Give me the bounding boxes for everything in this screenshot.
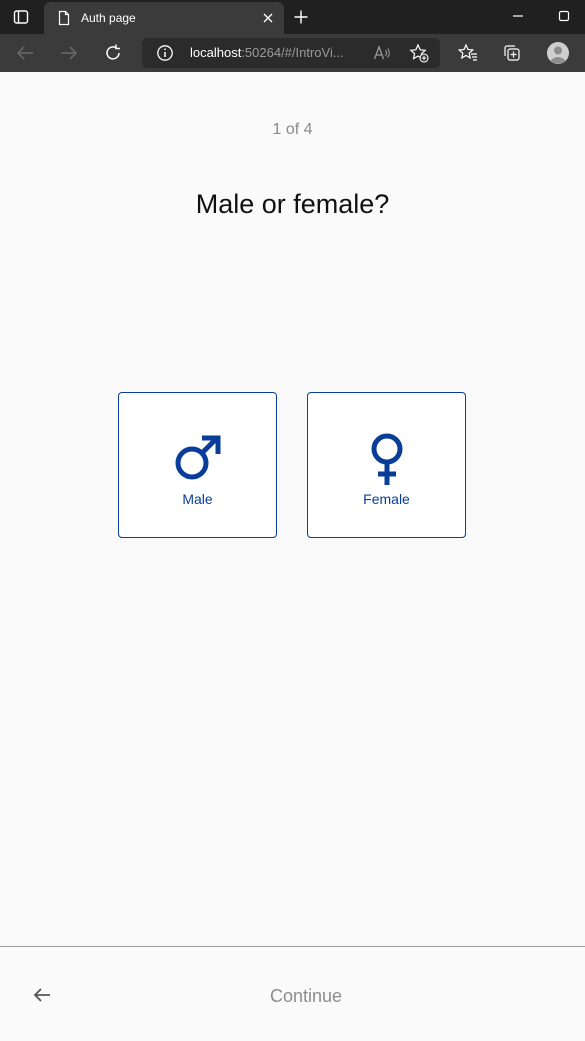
plus-icon[interactable] [290,7,312,27]
female-symbol-icon [359,431,415,487]
female-option-label: Female [363,491,410,507]
tab-actions-icon[interactable] [8,7,34,27]
page-icon [56,10,72,26]
add-favorite-icon[interactable] [408,43,430,63]
tab-title: Auth page [81,11,136,25]
page-title: Male or female? [195,189,390,219]
browser-title-bar: Auth page [0,0,585,34]
browser-tab[interactable]: Auth page [44,2,284,34]
profile-icon[interactable] [544,40,572,66]
favorites-icon[interactable] [454,40,482,66]
address-host: localhost [190,45,242,60]
address-path: :50264/#/IntroVi... [241,45,344,60]
collections-icon[interactable] [498,40,526,66]
close-icon[interactable] [260,10,276,26]
female-option-button[interactable]: Female [307,392,466,538]
auth-page: 1 of 4 Male or female? Male Female Conti… [0,72,585,1041]
maximize-icon[interactable] [552,6,576,26]
male-option-button[interactable]: Male [118,392,277,538]
browser-toolbar: localhost:50264/#/IntroVi... [0,34,585,72]
read-aloud-icon[interactable] [372,44,392,62]
continue-button[interactable]: Continue [0,985,585,1007]
minimize-icon[interactable] [506,6,530,26]
footer-bar: Continue [0,946,585,1041]
address-text[interactable]: localhost:50264/#/IntroVi... [190,45,360,61]
male-symbol-icon [170,431,226,487]
forward-arrow-icon[interactable] [55,40,83,66]
back-arrow-icon[interactable] [11,40,39,66]
step-indicator: 1 of 4 [272,121,313,138]
male-option-label: Male [182,491,213,507]
refresh-icon[interactable] [99,40,127,66]
address-bar[interactable]: localhost:50264/#/IntroVi... [142,38,440,68]
info-icon[interactable] [156,44,174,62]
